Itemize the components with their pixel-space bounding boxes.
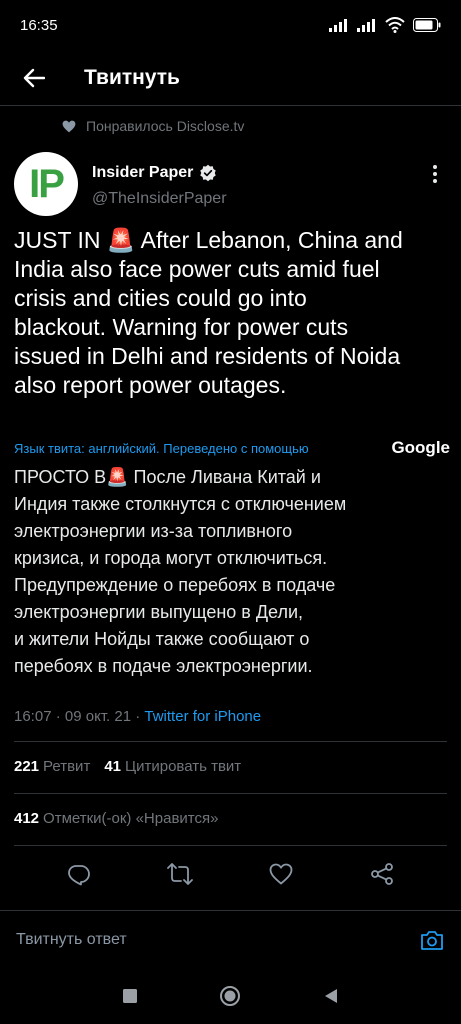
home-button[interactable] xyxy=(215,981,245,1011)
tweet-meta: 16:07 · 09 окт. 21 · Twitter for iPhone xyxy=(14,708,261,725)
author-name-text: Insider Paper xyxy=(92,164,194,181)
tweet-stats: 221 Ретвит 41 Цитировать твит xyxy=(14,758,241,775)
divider xyxy=(14,793,447,794)
reply-composer xyxy=(0,910,461,968)
tweet-line: blackout. Warning for power cuts xyxy=(14,314,349,340)
retweet-icon xyxy=(166,863,193,885)
camera-icon xyxy=(421,930,443,950)
recents-button[interactable] xyxy=(115,981,145,1011)
divider xyxy=(14,741,447,742)
likes-count: 412 xyxy=(14,810,40,827)
page-title: Твитнуть xyxy=(84,65,180,89)
tweet-line: issued in Delhi and residents of Noida xyxy=(14,343,401,369)
retweets-label: Ретвит xyxy=(43,758,91,775)
system-nav-bar xyxy=(0,968,461,1024)
signal-icon-2 xyxy=(357,19,375,32)
reply-input[interactable] xyxy=(14,929,378,950)
retweets-stat[interactable]: 221 Ретвит xyxy=(14,758,90,775)
translation-label: Язык твита: английский. Переведено с пом… xyxy=(14,440,309,456)
translated-text: ПРОСТО В🚨 После Ливана Китай и Индия так… xyxy=(14,464,450,680)
like-button[interactable] xyxy=(265,858,297,890)
translated-line: и жители Нойды также сообщают о xyxy=(14,629,310,649)
quotes-label: Цитировать твит xyxy=(125,758,242,775)
like-icon xyxy=(269,863,293,885)
avatar-logo: IP xyxy=(29,161,65,206)
tweet-line: India also face power cuts amid fuel xyxy=(14,256,380,282)
translated-line: ПРОСТО В🚨 После Ливана Китай и xyxy=(14,467,321,487)
status-icons xyxy=(329,17,441,33)
meta-separator: · xyxy=(55,708,61,725)
camera-button[interactable] xyxy=(417,925,447,955)
reply-button[interactable] xyxy=(63,858,95,890)
quotes-count: 41 xyxy=(104,758,121,775)
status-bar: 16:35 xyxy=(0,0,461,50)
translated-line: электроэнергии из-за топливного xyxy=(14,521,293,541)
social-context[interactable]: Понравилось Disclose.tv xyxy=(62,118,244,134)
retweets-count: 221 xyxy=(14,758,40,775)
circle-icon xyxy=(220,986,241,1006)
translated-line: Индия также столкнутся с отключением xyxy=(14,494,347,514)
retweet-button[interactable] xyxy=(164,858,196,890)
social-context-text: Понравилось Disclose.tv xyxy=(86,118,245,134)
share-icon xyxy=(371,863,394,885)
tweet-author: IP Insider Paper @TheInsiderPaper xyxy=(14,152,447,222)
author-name[interactable]: Insider Paper xyxy=(92,164,217,182)
translated-line: Предупреждение о перебоях в подаче xyxy=(14,575,336,595)
author-handle[interactable]: @TheInsiderPaper xyxy=(92,190,227,208)
wifi-icon xyxy=(385,17,405,33)
triangle-back-icon xyxy=(324,989,337,1003)
tweet-source-link[interactable]: Twitter for iPhone xyxy=(144,708,261,725)
tweet-line: also report power outages. xyxy=(14,372,287,398)
verified-badge-icon xyxy=(200,164,217,182)
tweet-actions xyxy=(0,856,461,892)
arrow-left-icon xyxy=(23,68,45,87)
more-options-button[interactable] xyxy=(423,162,447,186)
heart-icon xyxy=(62,120,76,132)
app-header: Твитнуть xyxy=(0,50,461,106)
reply-icon xyxy=(67,865,90,886)
google-logo: Google xyxy=(391,438,450,457)
status-time: 16:35 xyxy=(20,16,58,34)
share-button[interactable] xyxy=(366,858,398,890)
translation-attribution[interactable]: Язык твита: английский. Переведено с пом… xyxy=(14,438,450,458)
avatar[interactable]: IP xyxy=(14,152,78,216)
translated-line: кризиса, и города могут отключиться. xyxy=(14,548,328,568)
back-nav-button[interactable] xyxy=(316,981,346,1011)
back-button[interactable] xyxy=(14,58,54,98)
square-icon xyxy=(123,989,138,1003)
signal-icon xyxy=(329,19,347,32)
more-vertical-icon xyxy=(433,165,437,183)
quotes-stat[interactable]: 41 Цитировать твит xyxy=(104,758,241,775)
meta-separator: · xyxy=(135,708,141,725)
tweet-time: 16:07 xyxy=(14,708,52,725)
translated-line: электроэнергии выпущено в Дели, xyxy=(14,602,304,622)
likes-label: Отметки(-ок) «Нравится» xyxy=(43,810,219,827)
divider xyxy=(14,845,447,846)
tweet-text: JUST IN 🚨 After Lebanon, China and India… xyxy=(14,226,450,400)
tweet-line: crisis and cities could go into xyxy=(14,285,307,311)
tweet-date: 09 окт. 21 xyxy=(64,708,132,725)
translated-line: перебоях в подаче электроэнергии. xyxy=(14,656,313,676)
tweet-line: JUST IN 🚨 After Lebanon, China and xyxy=(14,227,403,253)
likes-stat[interactable]: 412 Отметки(-ок) «Нравится» xyxy=(14,810,218,827)
battery-icon xyxy=(413,18,441,32)
